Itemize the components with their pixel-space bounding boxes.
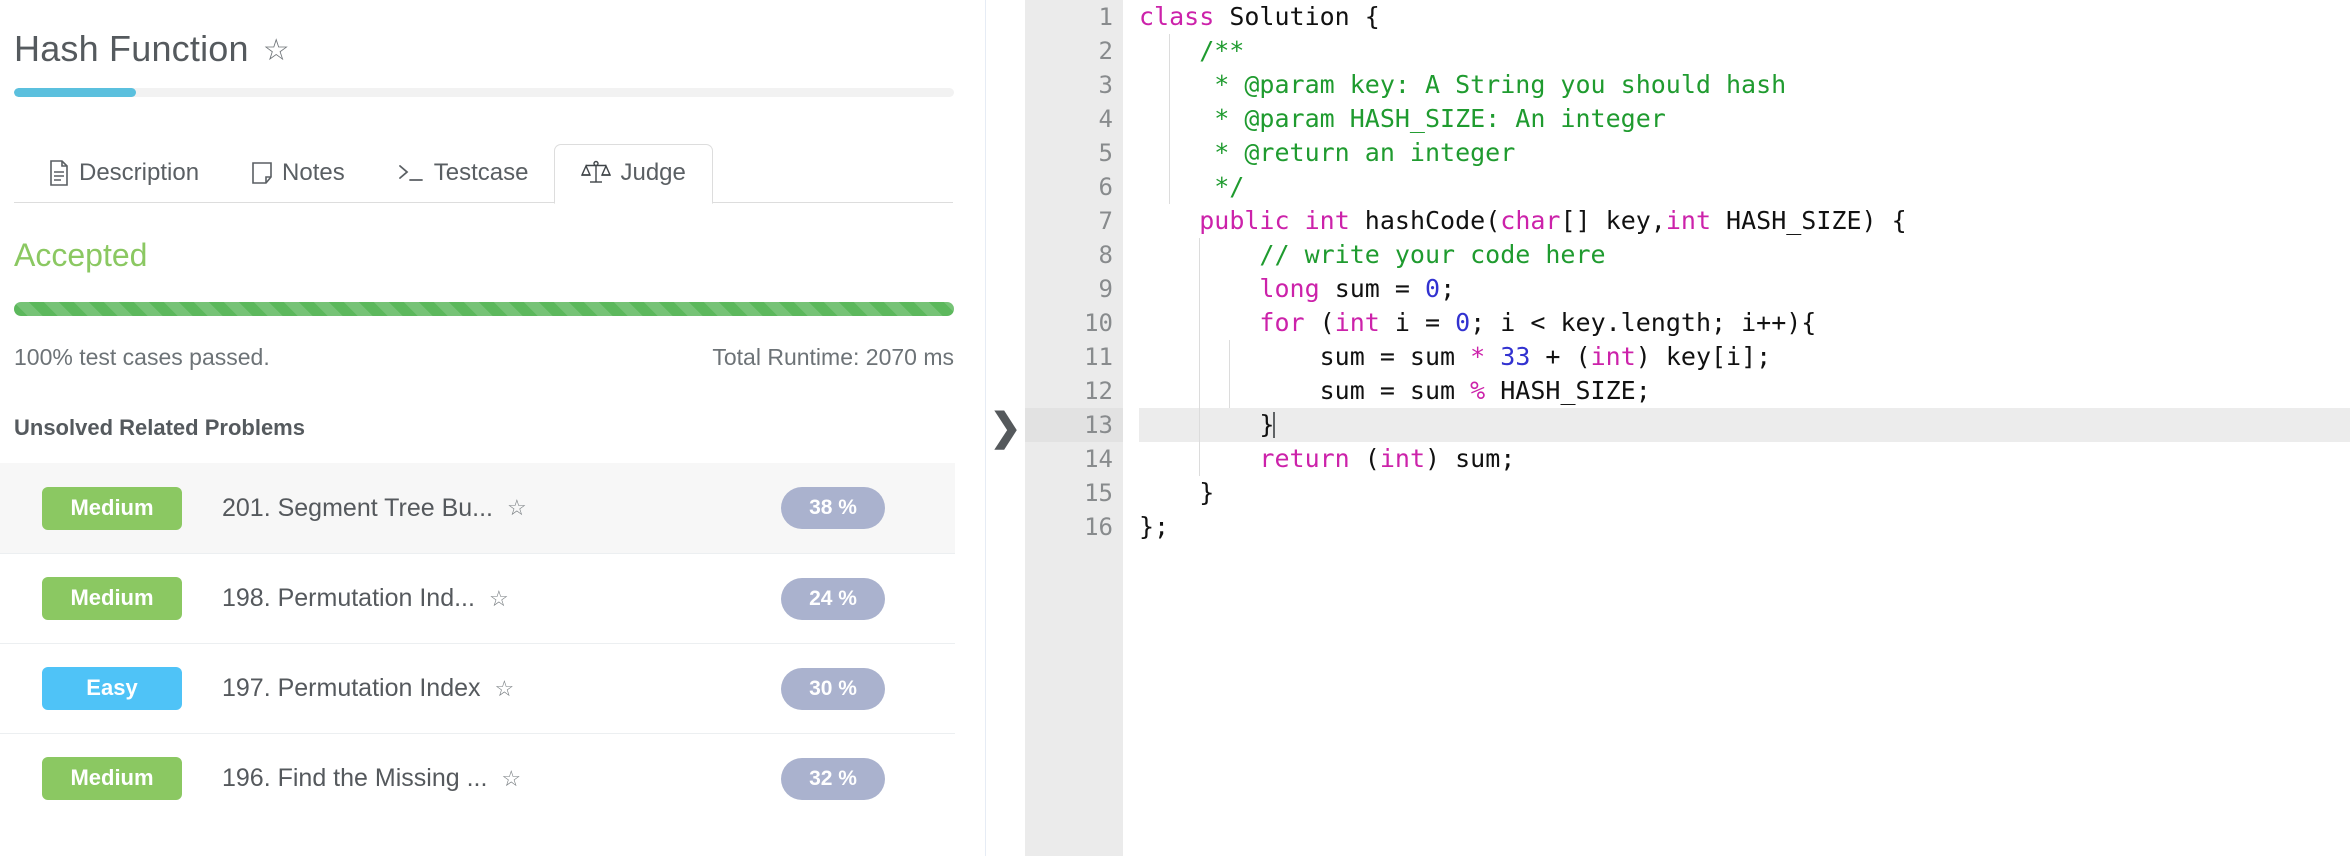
difficulty-badge: Medium xyxy=(42,577,182,620)
code-editor[interactable]: 1▼2▼ 3 4 5 6 7▼ 8 9 10▼ 11 12 13 14 15 16 class Soluti… xyxy=(1025,0,2350,856)
difficulty-badge: Medium xyxy=(42,757,182,800)
difficulty-badge: Medium xyxy=(42,486,182,530)
problem-progress-bar xyxy=(14,88,954,97)
judge-meta-row: 100% test cases passed. Total Runtime: 2… xyxy=(14,344,954,371)
problem-header: Hash Function ☆ xyxy=(0,0,985,70)
code-line[interactable]: long sum = 0; xyxy=(1139,272,2350,306)
tab-description[interactable]: Description xyxy=(22,145,225,203)
code-line[interactable]: }; xyxy=(1139,510,2350,544)
acceptance-rate-badge: 24 % xyxy=(781,577,885,620)
chevron-right-icon[interactable]: ❯ xyxy=(990,409,1022,447)
table-row[interactable]: Medium 196. Find the Missing ... ☆ 32 % xyxy=(0,733,955,823)
indent-guide xyxy=(1199,238,1200,476)
acceptance-rate-badge: 32 % xyxy=(781,757,885,800)
problem-link[interactable]: 201. Segment Tree Bu... xyxy=(222,494,493,523)
code-line[interactable]: for (int i = 0; i < key.length; i++){ xyxy=(1139,306,2350,340)
favorite-star-icon[interactable]: ☆ xyxy=(263,36,290,66)
acceptance-rate-badge: 30 % xyxy=(781,667,885,710)
editor-code-area[interactable]: class Solution { /** * @param key: A Str… xyxy=(1123,0,2350,856)
tab-bar: Description Notes Testcase Judge xyxy=(0,133,985,204)
terminal-prompt-icon xyxy=(397,162,425,184)
total-runtime-text: Total Runtime: 2070 ms xyxy=(712,344,954,370)
table-row[interactable]: Easy 197. Permutation Index ☆ 30 % xyxy=(0,643,955,733)
related-problems-list: Medium 201. Segment Tree Bu... ☆ 38 % Medium… xyxy=(0,463,955,823)
line-number: 11 xyxy=(1084,343,1113,371)
editor-line-number-gutter: 1▼2▼ 3 4 5 6 7▼ 8 9 10▼ 11 12 13 14 15 16 xyxy=(1025,0,1137,856)
verdict-status: Accepted xyxy=(14,237,148,273)
tab-notes[interactable]: Notes xyxy=(225,145,371,203)
code-line[interactable]: } xyxy=(1139,408,2350,442)
line-number: 15 xyxy=(1084,479,1113,507)
line-number: 6 xyxy=(1098,173,1113,201)
favorite-star-icon[interactable]: ☆ xyxy=(489,586,509,612)
code-line[interactable]: * @return an integer xyxy=(1139,136,2350,170)
line-number: 13 xyxy=(1025,408,1123,442)
problem-link[interactable]: 196. Find the Missing ... xyxy=(222,764,487,793)
judge-result: Accepted 100% test cases passed. Total R… xyxy=(0,237,985,371)
test-cases-passed-text: 100% test cases passed. xyxy=(14,344,270,370)
line-number: 3 xyxy=(1098,71,1113,99)
page-title: Hash Function xyxy=(14,28,249,69)
code-line[interactable]: class Solution { xyxy=(1139,0,2350,34)
panel-splitter[interactable]: ❯ xyxy=(985,0,1025,856)
table-row[interactable]: Medium 201. Segment Tree Bu... ☆ 38 % xyxy=(0,463,955,553)
line-number: 14 xyxy=(1084,445,1113,473)
code-line[interactable]: } xyxy=(1139,476,2350,510)
test-pass-progress-bar xyxy=(14,302,954,316)
problem-link[interactable]: 197. Permutation Index xyxy=(222,674,481,703)
code-line[interactable]: sum = sum * 33 + (int) key[i]; xyxy=(1139,340,2350,374)
tab-judge-label: Judge xyxy=(620,159,686,186)
favorite-star-icon[interactable]: ☆ xyxy=(495,676,515,702)
code-line[interactable]: * @param HASH_SIZE: An integer xyxy=(1139,102,2350,136)
text-cursor xyxy=(1273,412,1276,438)
acceptance-rate-badge: 38 % xyxy=(781,487,885,529)
code-line[interactable]: * @param key: A String you should hash xyxy=(1139,68,2350,102)
related-problems-heading: Unsolved Related Problems xyxy=(14,415,305,440)
line-number: 9 xyxy=(1098,275,1113,303)
tab-description-label: Description xyxy=(79,159,200,186)
code-line[interactable]: */ xyxy=(1139,170,2350,204)
code-line[interactable]: return (int) sum; xyxy=(1139,442,2350,476)
line-number: 4 xyxy=(1098,105,1113,133)
problem-progress-fill xyxy=(14,88,137,97)
code-line[interactable]: public int hashCode(char[] key,int HASH_… xyxy=(1139,204,2350,238)
line-number: 1▼ xyxy=(1025,0,1137,34)
scales-balance-icon xyxy=(581,160,612,186)
tab-judge[interactable]: Judge xyxy=(554,144,713,204)
indent-guide xyxy=(1169,34,1170,204)
tab-testcase[interactable]: Testcase xyxy=(371,145,555,203)
tab-testcase-label: Testcase xyxy=(433,159,529,186)
difficulty-badge: Easy xyxy=(42,667,182,710)
line-number: 16 xyxy=(1084,513,1113,541)
line-number: 5 xyxy=(1098,139,1113,167)
favorite-star-icon[interactable]: ☆ xyxy=(501,766,521,792)
favorite-star-icon[interactable]: ☆ xyxy=(507,495,527,521)
problem-workspace: Hash Function ☆ Description Notes Testca… xyxy=(0,0,2350,856)
table-row[interactable]: Medium 198. Permutation Ind... ☆ 24 % xyxy=(0,553,955,643)
line-number: 2▼ xyxy=(1025,34,1137,68)
note-icon xyxy=(251,161,273,185)
code-line[interactable]: /** xyxy=(1139,34,2350,68)
code-line[interactable]: // write your code here xyxy=(1139,238,2350,272)
indent-guide xyxy=(1229,340,1230,408)
document-icon xyxy=(48,160,70,186)
line-number: 8 xyxy=(1098,241,1113,269)
line-number: 10▼ xyxy=(1025,306,1137,340)
tab-notes-label: Notes xyxy=(282,159,345,186)
code-line[interactable]: sum = sum % HASH_SIZE; xyxy=(1139,374,2350,408)
line-number: 7▼ xyxy=(1025,204,1137,238)
problem-link[interactable]: 198. Permutation Ind... xyxy=(222,584,475,613)
left-panel: Hash Function ☆ Description Notes Testca… xyxy=(0,0,985,856)
line-number: 12 xyxy=(1084,377,1113,405)
